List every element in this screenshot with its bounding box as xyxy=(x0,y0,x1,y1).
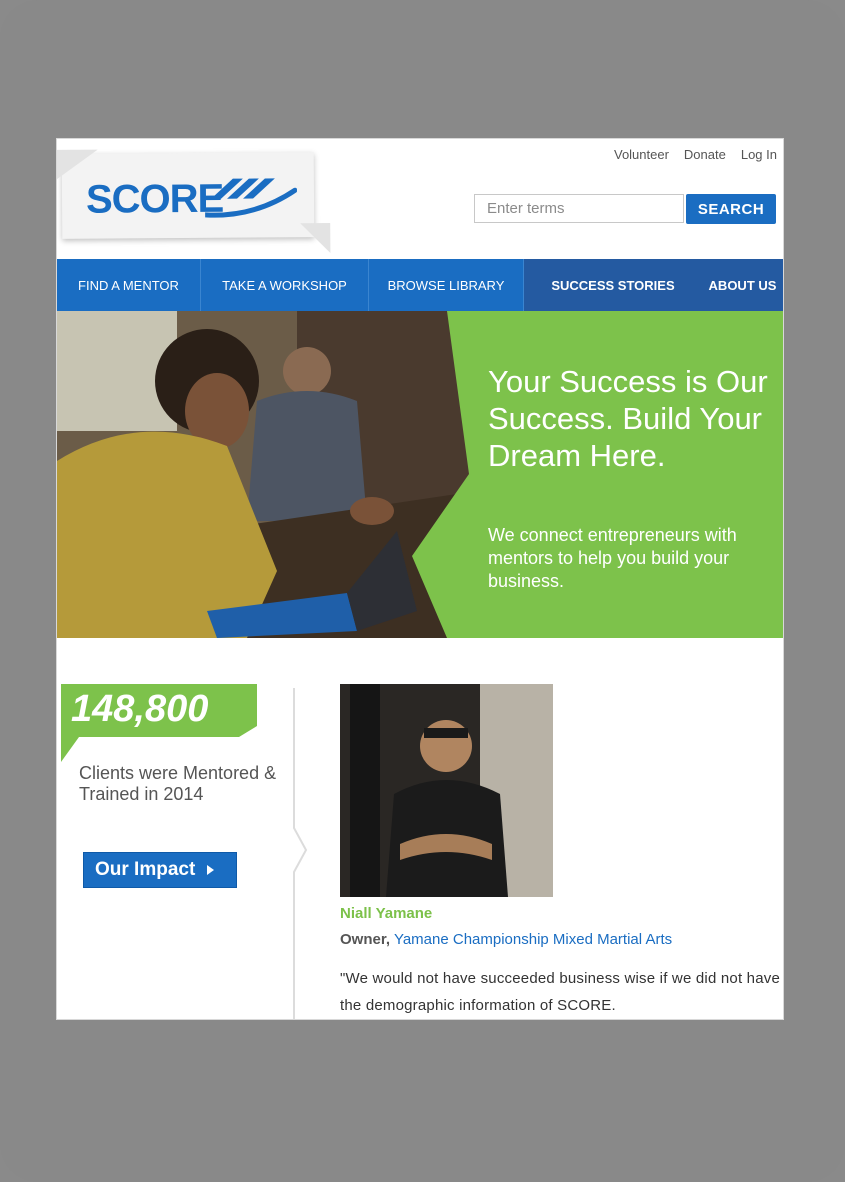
volunteer-link[interactable]: Volunteer xyxy=(614,147,669,162)
stat-number: 148,800 xyxy=(71,688,209,730)
nav-item-success-stories[interactable]: SUCCESS STORIES xyxy=(524,259,702,311)
browser-page: SCORE Volunteer Donate Log In SEARCH FIN… xyxy=(57,139,783,1019)
main-nav: FIND A MENTOR TAKE A WORKSHOP BROWSE LIB… xyxy=(57,259,783,311)
testimonial-name: Niall Yamane xyxy=(340,905,433,922)
nav-item-find-a-mentor[interactable]: FIND A MENTOR xyxy=(57,259,201,311)
chevron-right-icon xyxy=(207,865,215,875)
logo-corner xyxy=(300,223,331,254)
testimonial-portrait xyxy=(340,684,553,897)
testimonial-company-link[interactable]: Yamane Championship Mixed Martial Arts xyxy=(394,931,672,948)
stat-label: Clients were Mentored & Trained in 2014 xyxy=(79,763,277,804)
testimonial-role: Owner, Yamane Championship Mixed Martial… xyxy=(340,931,672,948)
portrait-illustration xyxy=(340,684,553,897)
hero-banner: Your Success is Our Success. Build Your … xyxy=(57,311,783,638)
nav-item-browse-library[interactable]: BROWSE LIBRARY xyxy=(369,259,524,311)
login-link[interactable]: Log In xyxy=(741,147,777,162)
testimonial-quote: "We would not have succeeded business wi… xyxy=(340,970,781,1014)
logo-corner xyxy=(57,149,98,180)
our-impact-button[interactable]: Our Impact xyxy=(83,852,237,888)
search-input[interactable] xyxy=(474,194,684,223)
nav-item-about-us[interactable]: ABOUT US xyxy=(702,259,783,311)
testimonial-role-prefix: Owner, xyxy=(340,931,391,948)
logo-stripes-icon xyxy=(204,178,298,218)
search-button[interactable]: SEARCH xyxy=(686,194,776,224)
utility-links: Volunteer Donate Log In xyxy=(614,147,777,162)
donate-link[interactable]: Donate xyxy=(684,147,726,162)
hero-title: Your Success is Our Success. Build Your … xyxy=(488,364,768,473)
our-impact-label: Our Impact xyxy=(95,859,196,880)
logo-text: SCORE xyxy=(85,176,224,222)
section-divider xyxy=(293,688,308,1019)
nav-item-take-a-workshop[interactable]: TAKE A WORKSHOP xyxy=(201,259,369,311)
logo[interactable]: SCORE xyxy=(57,149,331,254)
hero-subtitle: We connect entrepreneurs with mentors to… xyxy=(488,525,737,591)
